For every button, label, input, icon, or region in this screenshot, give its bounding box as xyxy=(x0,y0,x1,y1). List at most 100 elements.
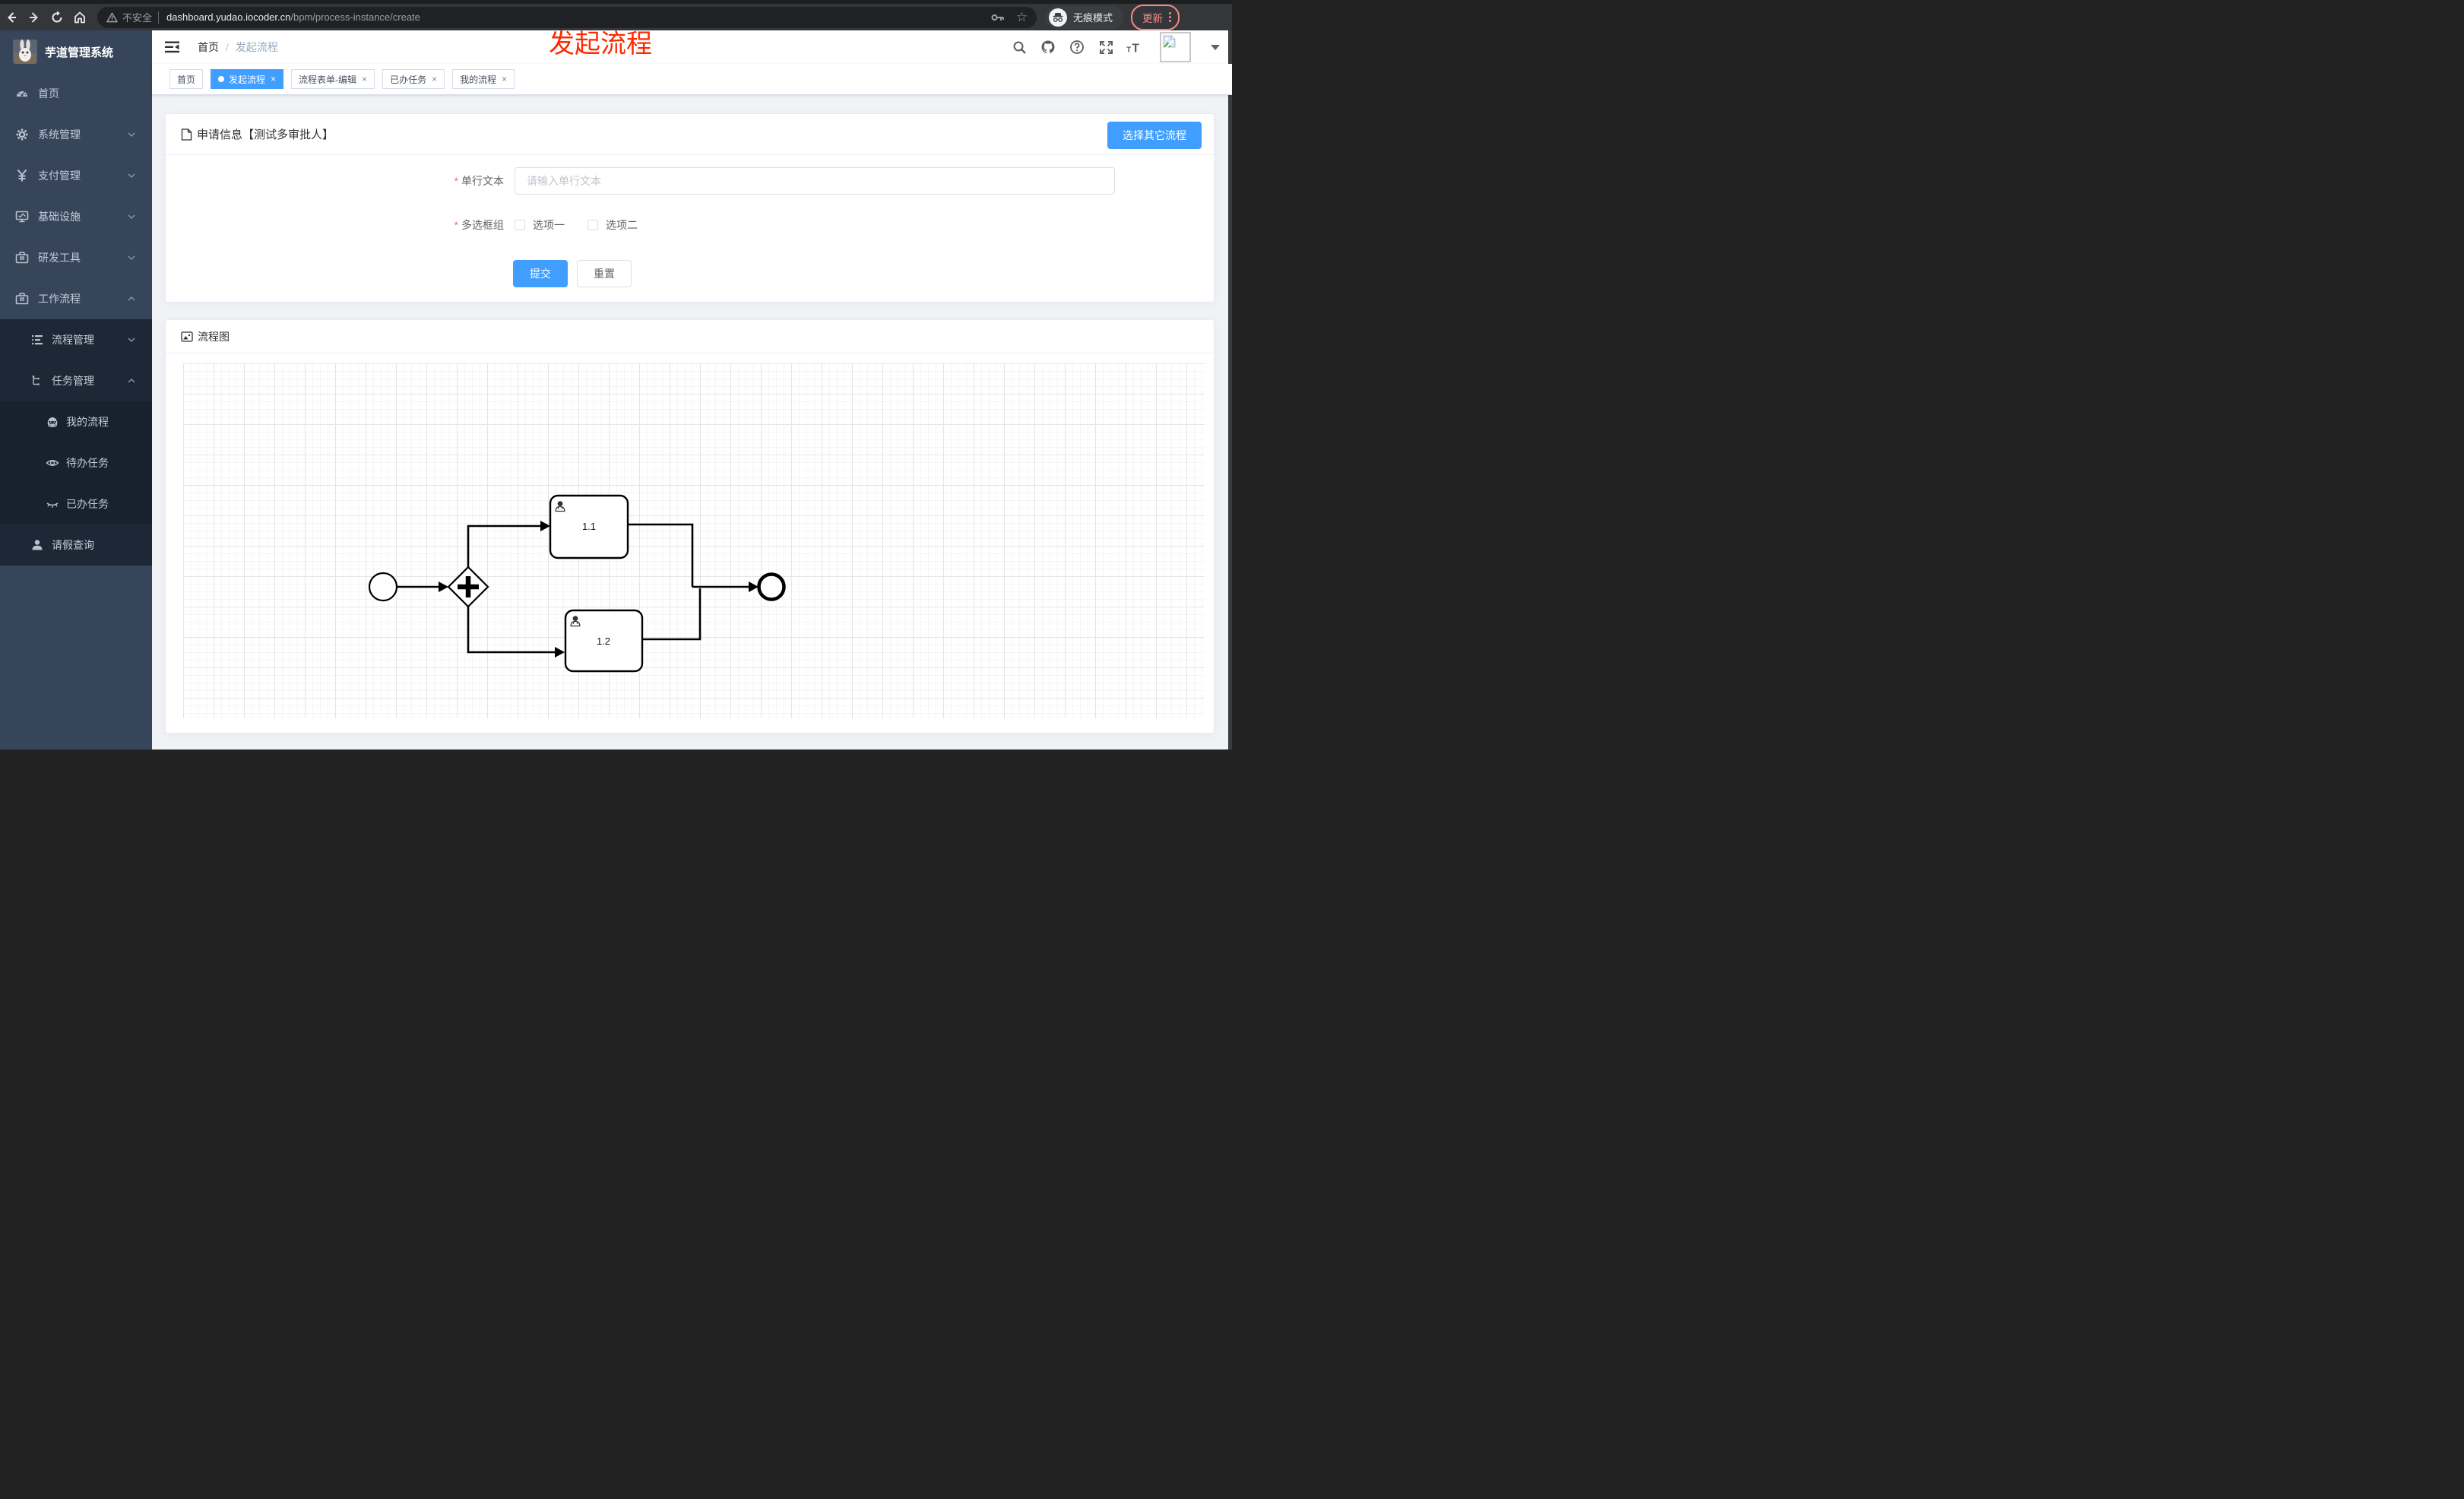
apply-card-header: 申请信息【测试多审批人】 xyxy=(166,114,1214,155)
checkbox-icon[interactable] xyxy=(515,220,525,230)
eye-closed-icon xyxy=(46,497,59,511)
reset-button[interactable]: 重置 xyxy=(577,260,632,287)
font-size-icon[interactable]: TT xyxy=(1126,39,1143,55)
apply-info-card: 申请信息【测试多审批人】 选择其它流程 *单行文本 *多选框组 选项一 选项二 xyxy=(165,113,1215,303)
tag-form-edit[interactable]: 流程表单-编辑 × xyxy=(291,69,375,89)
url-divider xyxy=(158,11,160,24)
window-scrollbar-strip[interactable] xyxy=(1228,30,1232,750)
sidebar: 芋道管理系统 首页 系统管理 支付管理 基础设施 研发工具 工作流程 流程管理 … xyxy=(0,30,152,750)
gear-icon xyxy=(15,128,29,141)
sidebar-item-task-mgmt[interactable]: 任务管理 xyxy=(0,360,152,401)
sidebar-item-todo-tasks[interactable]: 待办任务 xyxy=(0,442,152,483)
process-diagram-card: 流程图 1.1 1.2 xyxy=(165,319,1215,734)
avatar-dropdown-caret[interactable] xyxy=(1211,44,1220,50)
checkbox-icon[interactable] xyxy=(587,220,598,230)
not-secure-warning-icon xyxy=(106,12,118,22)
github-icon[interactable] xyxy=(1040,39,1056,55)
checkbox-group: 选项一 选项二 xyxy=(515,217,638,233)
sidebar-item-infra[interactable]: 基础设施 xyxy=(0,196,152,237)
address-bar[interactable]: 不安全 dashboard.yudao.iocoder.cn/bpm/proce… xyxy=(97,6,1037,28)
help-icon[interactable] xyxy=(1069,39,1085,55)
page-content: 申请信息【测试多审批人】 选择其它流程 *单行文本 *多选框组 选项一 选项二 xyxy=(152,95,1232,750)
sidebar-fold-button[interactable] xyxy=(165,41,179,53)
breadcrumb-separator: / xyxy=(226,41,229,53)
bpmn-canvas[interactable]: 1.1 1.2 xyxy=(183,363,1205,718)
checkbox-option-1[interactable]: 选项一 xyxy=(515,217,565,233)
user-avatar[interactable] xyxy=(1160,32,1191,62)
fold-icon xyxy=(165,41,179,53)
sidebar-item-process-mgmt[interactable]: 流程管理 xyxy=(0,319,152,360)
close-icon[interactable]: × xyxy=(271,74,276,84)
sidebar-item-label: 任务管理 xyxy=(52,375,94,387)
bpmn-user-task-2[interactable]: 1.2 xyxy=(564,609,644,673)
browser-reload-button[interactable] xyxy=(46,7,68,28)
breadcrumb-home[interactable]: 首页 xyxy=(198,40,219,55)
eye-open-icon xyxy=(46,456,59,470)
sidebar-item-system[interactable]: 系统管理 xyxy=(0,114,152,155)
single-line-text-input[interactable] xyxy=(515,167,1115,195)
tag-my-process[interactable]: 我的流程 × xyxy=(452,69,515,89)
tag-start-process[interactable]: 发起流程 × xyxy=(211,69,284,89)
bookmark-star-icon[interactable]: ☆ xyxy=(1016,11,1028,24)
sidebar-item-payment[interactable]: 支付管理 xyxy=(0,155,152,196)
incognito-label: 无痕模式 xyxy=(1073,12,1113,24)
bpmn-user-task-1[interactable]: 1.1 xyxy=(549,494,629,559)
diagram-card-title: 流程图 xyxy=(198,330,230,343)
checkbox-label: 选项二 xyxy=(606,219,638,231)
password-key-icon[interactable] xyxy=(991,13,1006,22)
fullscreen-icon[interactable] xyxy=(1097,39,1114,55)
sidebar-item-my-process[interactable]: 我的流程 xyxy=(0,401,152,442)
yen-icon xyxy=(15,169,29,182)
checkbox-option-2[interactable]: 选项二 xyxy=(587,217,638,233)
sidebar-item-home[interactable]: 首页 xyxy=(0,73,152,114)
browser-forward-button[interactable] xyxy=(23,7,46,28)
browser-back-button[interactable] xyxy=(0,7,23,28)
browser-home-button[interactable] xyxy=(68,7,91,28)
arrowhead xyxy=(555,647,565,658)
tag-label: 发起流程 xyxy=(229,74,266,85)
document-icon xyxy=(181,128,192,141)
sidebar-item-label: 研发工具 xyxy=(38,252,81,264)
text-field-row: * 单行文本 xyxy=(166,167,1214,195)
browser-menu-icon[interactable] xyxy=(1169,12,1172,22)
browser-update-button[interactable]: 更新 xyxy=(1131,4,1180,30)
select-other-process-button[interactable]: 选择其它流程 xyxy=(1107,122,1202,149)
bpmn-end-event[interactable] xyxy=(757,572,786,601)
arrowhead xyxy=(540,521,550,531)
screenshot-root: 不安全 dashboard.yudao.iocoder.cn/bpm/proce… xyxy=(0,0,1232,750)
active-dot xyxy=(218,76,225,82)
bpmn-parallel-gateway[interactable] xyxy=(447,566,489,608)
tag-label: 流程表单-编辑 xyxy=(299,74,357,85)
sidebar-item-label: 基础设施 xyxy=(38,211,81,223)
tag-label: 首页 xyxy=(177,74,196,85)
task1-label: 1.1 xyxy=(582,521,596,532)
sidebar-item-devtools[interactable]: 研发工具 xyxy=(0,237,152,278)
chevron-down-icon xyxy=(128,131,135,138)
search-icon[interactable] xyxy=(1011,39,1028,55)
close-icon[interactable]: × xyxy=(432,74,437,84)
submit-button[interactable]: 提交 xyxy=(513,260,568,287)
home-icon xyxy=(74,11,85,23)
close-icon[interactable]: × xyxy=(502,74,507,84)
browser-toolbar: 不安全 dashboard.yudao.iocoder.cn/bpm/proce… xyxy=(0,4,1232,30)
bpmn-diagram: 1.1 1.2 xyxy=(368,494,786,673)
required-asterisk: * xyxy=(454,175,458,187)
top-navbar: 首页 / 发起流程 TT xyxy=(152,30,1232,64)
tag-done-tasks[interactable]: 已办任务 × xyxy=(382,69,445,89)
app-logo-row[interactable]: 芋道管理系统 xyxy=(0,30,152,73)
close-icon[interactable]: × xyxy=(362,74,367,84)
svg-text:T: T xyxy=(1132,42,1139,54)
bpmn-start-event[interactable] xyxy=(368,572,398,602)
chevron-down-icon xyxy=(128,172,135,179)
breadcrumb: 首页 / 发起流程 xyxy=(198,40,278,55)
tag-label: 已办任务 xyxy=(390,74,427,85)
sidebar-item-done-tasks[interactable]: 已办任务 xyxy=(0,483,152,524)
sidebar-item-workflow[interactable]: 工作流程 xyxy=(0,278,152,319)
sidebar-item-label: 支付管理 xyxy=(38,170,81,182)
broken-image-icon xyxy=(1163,35,1176,48)
back-arrow-icon xyxy=(8,11,16,23)
user-icon xyxy=(30,538,44,552)
sidebar-item-leave-query[interactable]: 请假查询 xyxy=(0,524,152,566)
chevron-up-icon xyxy=(128,377,135,385)
tag-home[interactable]: 首页 xyxy=(169,69,204,89)
